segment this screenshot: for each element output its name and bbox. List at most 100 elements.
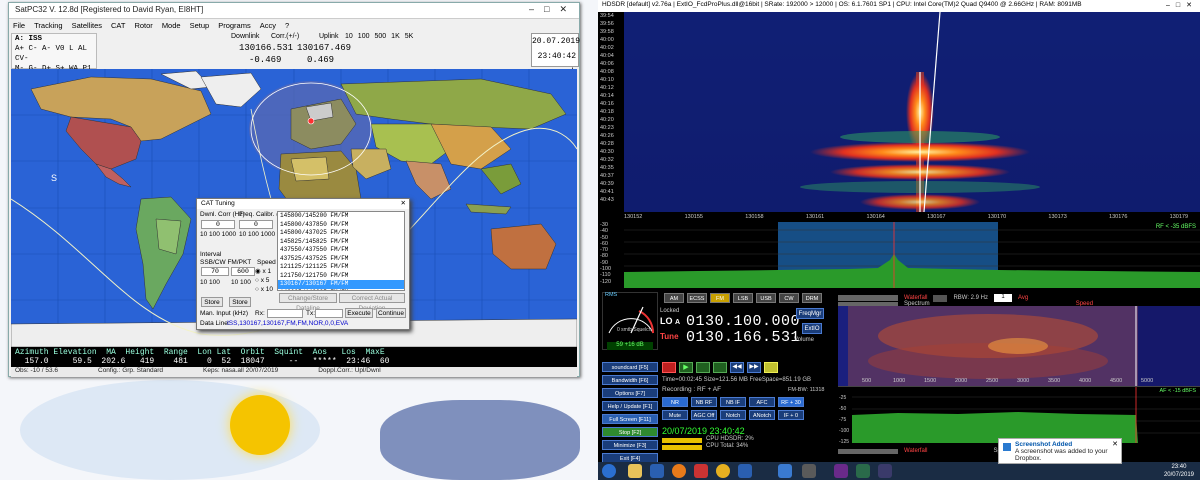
step-10[interactable]: 10 bbox=[345, 33, 353, 40]
freq-calibr-field[interactable]: 0 bbox=[239, 220, 273, 229]
cat-list-item[interactable]: 145800/437025 FM/FM bbox=[278, 229, 404, 238]
left-button-4[interactable]: Full Screen [F11] bbox=[602, 414, 658, 424]
satpc-taskbar-icon[interactable] bbox=[834, 464, 848, 478]
dsp-button[interactable]: ANotch bbox=[749, 410, 775, 420]
mode-button-fm[interactable]: FM bbox=[710, 293, 730, 303]
step-500[interactable]: 500 bbox=[374, 33, 386, 40]
left-button-3[interactable]: Help / Update [F1] bbox=[602, 401, 658, 411]
word-icon[interactable] bbox=[650, 464, 664, 478]
mode-button-lsb[interactable]: LSB bbox=[733, 293, 753, 303]
cat-list-item[interactable]: 437525/437525 FM/FM bbox=[278, 255, 404, 264]
menu-cat[interactable]: CAT bbox=[111, 21, 125, 31]
cat-list-item[interactable]: 130167/130167 FM/FM bbox=[278, 280, 404, 289]
main-spectrum[interactable]: -30 -40 -50 -60 -70 -80 -90 -100 -110 -120 RF < -… bbox=[598, 222, 1200, 288]
app-icon-4[interactable] bbox=[802, 464, 816, 478]
extio-button[interactable]: ExtIO bbox=[802, 323, 822, 334]
app-icon-2[interactable] bbox=[738, 464, 752, 478]
dsp-button[interactable]: NB RF bbox=[691, 397, 717, 407]
mode-button-usb[interactable]: USB bbox=[756, 293, 776, 303]
app-icon-5[interactable] bbox=[878, 464, 892, 478]
cat-list-item[interactable]: 121125/121125 FM/FM bbox=[278, 263, 404, 272]
menu-mode[interactable]: Mode bbox=[162, 21, 181, 31]
stop-button[interactable] bbox=[713, 362, 727, 373]
continue-button[interactable]: Continue bbox=[376, 308, 406, 318]
left-button-2[interactable]: Options [F7] bbox=[602, 388, 658, 398]
left-button-5[interactable]: Stop [F2] bbox=[602, 427, 658, 437]
mode-button-ecss[interactable]: ECSS bbox=[687, 293, 707, 303]
hdsdr-taskbar-icon[interactable] bbox=[856, 464, 870, 478]
menu-file[interactable]: File bbox=[13, 21, 25, 31]
execute-button[interactable]: Execute bbox=[345, 308, 373, 318]
af-spectrum[interactable]: -25 -50 -75 -100 -125 AF < -15 dBFS bbox=[838, 386, 1200, 445]
menu-accy[interactable]: Accy bbox=[260, 21, 276, 31]
dsp-button[interactable]: Mute bbox=[662, 410, 688, 420]
correct-deviation-button[interactable]: Correct Actual Deviation bbox=[339, 293, 405, 312]
window-controls[interactable]: –□✕ bbox=[529, 4, 577, 15]
left-button-0[interactable]: soundcard [F5] bbox=[602, 362, 658, 372]
dsp-button[interactable]: RF + 30 bbox=[778, 397, 804, 407]
rewind-icon[interactable]: ◀◀ bbox=[730, 362, 744, 373]
cat-list-item[interactable]: 437550/437550 FM/FM bbox=[278, 246, 404, 255]
mode-button-drm[interactable]: DRM bbox=[802, 293, 822, 303]
play-icon[interactable]: ▶ bbox=[679, 362, 693, 373]
store-button-2[interactable]: Store bbox=[229, 297, 251, 307]
forward-icon[interactable]: ▶▶ bbox=[747, 362, 761, 373]
menu-tracking[interactable]: Tracking bbox=[34, 21, 62, 31]
tx-input[interactable] bbox=[315, 309, 343, 318]
speed-x5-radio[interactable]: ○ x 5 bbox=[255, 276, 273, 285]
cat-list-item[interactable]: 143625/143625 FM/FM bbox=[278, 289, 404, 291]
mode-button-cw[interactable]: CW bbox=[779, 293, 799, 303]
af-waterfall[interactable] bbox=[838, 306, 1200, 386]
dsp-button[interactable]: NR bbox=[662, 397, 688, 407]
left-button-6[interactable]: Minimize [F3] bbox=[602, 440, 658, 450]
dsp-button[interactable]: Notch bbox=[720, 410, 746, 420]
interval-ssb-steps[interactable]: 10 100 bbox=[200, 279, 220, 286]
freqmgr-button[interactable]: FreqMgr bbox=[796, 308, 824, 319]
menu-rotor[interactable]: Rotor bbox=[134, 21, 152, 31]
tray-clock[interactable]: 23:40 20/07/2019 bbox=[1164, 463, 1194, 479]
tune-frequency[interactable]: 0130.166.531 bbox=[686, 329, 800, 346]
firefox-icon[interactable] bbox=[672, 464, 686, 478]
pause-button[interactable] bbox=[696, 362, 710, 373]
menu-satellites[interactable]: Satellites bbox=[72, 21, 102, 31]
dsp-button[interactable]: AFC bbox=[749, 397, 775, 407]
chrome-icon[interactable] bbox=[716, 464, 730, 478]
change-dataline-button[interactable]: Change/Store Dataline bbox=[279, 293, 337, 312]
close-icon[interactable]: ✕ bbox=[1112, 440, 1118, 448]
menu-help[interactable]: ? bbox=[285, 21, 289, 31]
menu-programs[interactable]: Programs bbox=[218, 21, 251, 31]
dsp-button[interactable]: NB IF bbox=[720, 397, 746, 407]
af-waterfall-slider[interactable] bbox=[838, 448, 898, 454]
speed-x1-radio[interactable]: ◉ x 1 bbox=[255, 267, 273, 276]
left-button-1[interactable]: Bandwidth [F6] bbox=[602, 375, 658, 385]
step-100[interactable]: 100 bbox=[358, 33, 370, 40]
interval-ssb-field[interactable]: 70 bbox=[201, 267, 229, 276]
speed-options[interactable]: ◉ x 1 ○ x 5 ○ x 10 bbox=[255, 267, 273, 294]
cat-list-item[interactable]: 145800/437850 FM/FM bbox=[278, 221, 404, 230]
mode-button-am[interactable]: AM bbox=[664, 293, 684, 303]
main-waterfall[interactable] bbox=[624, 12, 1200, 212]
step-selector[interactable]: 10 100 500 1K 5K bbox=[345, 33, 413, 40]
app-icon[interactable] bbox=[694, 464, 708, 478]
start-icon[interactable] bbox=[602, 464, 616, 478]
dropbox-notification[interactable]: Screenshot Added A screenshot was added … bbox=[998, 438, 1122, 464]
calibr-steps[interactable]: 10 100 1000 bbox=[239, 231, 275, 238]
step-5k[interactable]: 5K bbox=[405, 33, 414, 40]
record-button[interactable] bbox=[662, 362, 676, 373]
file-explorer-icon[interactable] bbox=[628, 464, 642, 478]
interval-fm-steps[interactable]: 10 100 bbox=[231, 279, 251, 286]
loop-icon[interactable] bbox=[764, 362, 778, 373]
lo-frequency[interactable]: 0130.100.000 bbox=[686, 313, 800, 330]
app-icon-3[interactable] bbox=[778, 464, 792, 478]
dwnl-steps[interactable]: 10 100 1000 bbox=[200, 231, 236, 238]
cat-frequency-list[interactable]: 145800/145200 FM/FM 145800/437850 FM/FM 14… bbox=[277, 211, 405, 291]
speed-x10-radio[interactable]: ○ x 10 bbox=[255, 285, 273, 294]
hdsdr-window-controls[interactable]: –□✕ bbox=[1162, 1, 1198, 9]
cat-list-item[interactable]: 121750/121750 FM/FM bbox=[278, 272, 404, 281]
menu-setup[interactable]: Setup bbox=[190, 21, 210, 31]
close-icon[interactable]: ✕ bbox=[401, 199, 406, 207]
step-1k[interactable]: 1K bbox=[391, 33, 400, 40]
cat-list-item[interactable]: 145800/145200 FM/FM bbox=[278, 212, 404, 221]
store-button-1[interactable]: Store bbox=[201, 297, 223, 307]
cat-list-item[interactable]: 145825/145825 FM/FM bbox=[278, 238, 404, 247]
